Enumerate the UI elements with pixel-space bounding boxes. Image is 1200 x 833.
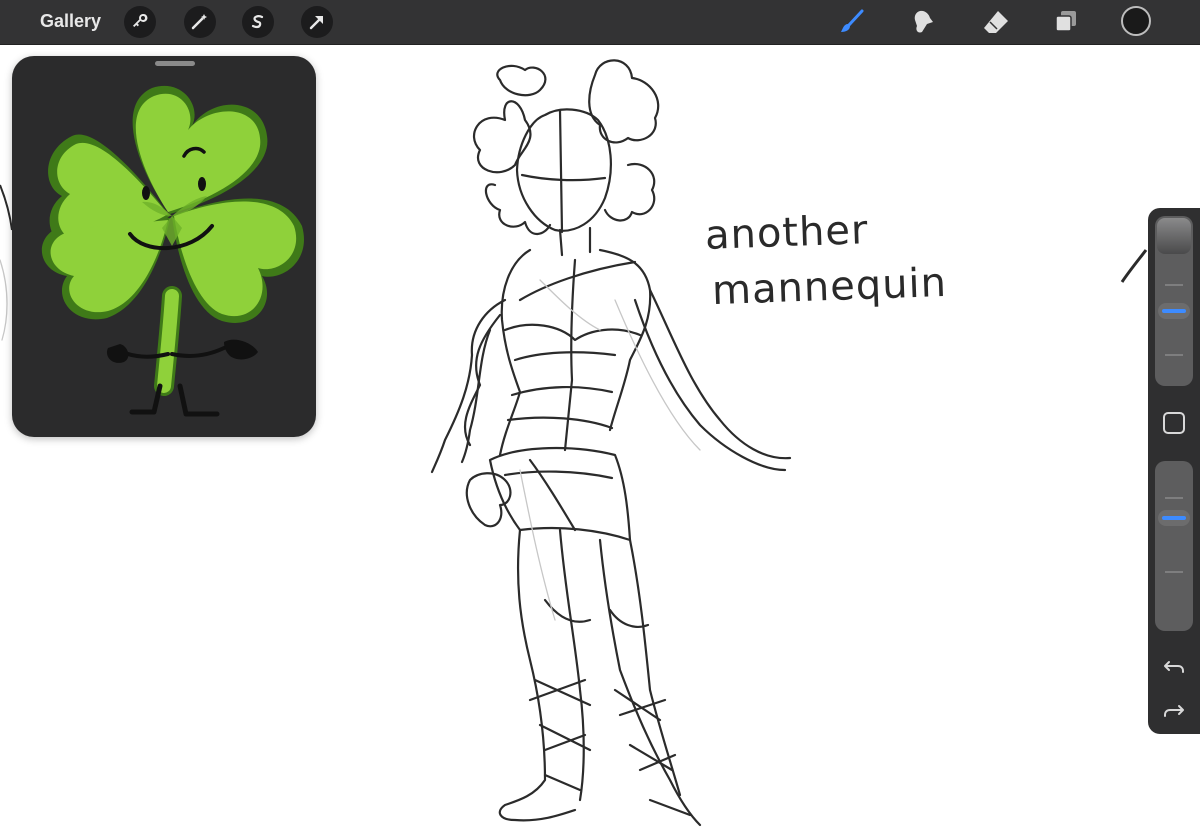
square-icon[interactable]	[1163, 412, 1185, 434]
slider-tick	[1165, 284, 1183, 286]
transform-arrow-icon	[309, 16, 323, 30]
brush-size-slider[interactable]	[1155, 216, 1193, 386]
canvas-note-line2: mannequin	[711, 259, 948, 315]
gallery-button[interactable]: Gallery	[40, 11, 101, 32]
slider-tick	[1165, 571, 1183, 573]
redo-icon[interactable]	[1162, 698, 1186, 722]
adjustments-button[interactable]	[184, 6, 216, 38]
wrench-icon	[133, 13, 148, 27]
clover-character-image	[41, 85, 304, 417]
top-toolbar: Gallery	[0, 0, 1200, 45]
canvas-note-line1: another	[704, 207, 870, 259]
layers-icon	[1055, 11, 1076, 32]
eraser-icon	[984, 11, 1008, 33]
transform-button[interactable]	[301, 6, 333, 38]
brush-icon	[841, 9, 864, 32]
brush-button[interactable]	[836, 6, 868, 38]
slider-tick	[1165, 497, 1183, 499]
slider-tick	[1165, 354, 1183, 356]
reference-window[interactable]	[12, 56, 316, 437]
color-swatch[interactable]	[1121, 6, 1151, 36]
actions-button[interactable]	[124, 6, 156, 38]
eraser-button[interactable]	[980, 6, 1012, 38]
right-sidebar	[1148, 208, 1200, 734]
opacity-thumb[interactable]	[1158, 510, 1190, 526]
opacity-slider[interactable]	[1155, 461, 1193, 631]
layers-button[interactable]	[1050, 6, 1082, 38]
smudge-icon	[914, 10, 933, 33]
brush-size-thumb[interactable]	[1158, 303, 1190, 319]
selection-button[interactable]	[242, 6, 274, 38]
magic-wand-icon	[191, 14, 207, 30]
selection-icon	[251, 15, 264, 29]
brush-preview	[1157, 218, 1191, 254]
undo-icon[interactable]	[1162, 654, 1186, 678]
smudge-button[interactable]	[907, 6, 939, 38]
